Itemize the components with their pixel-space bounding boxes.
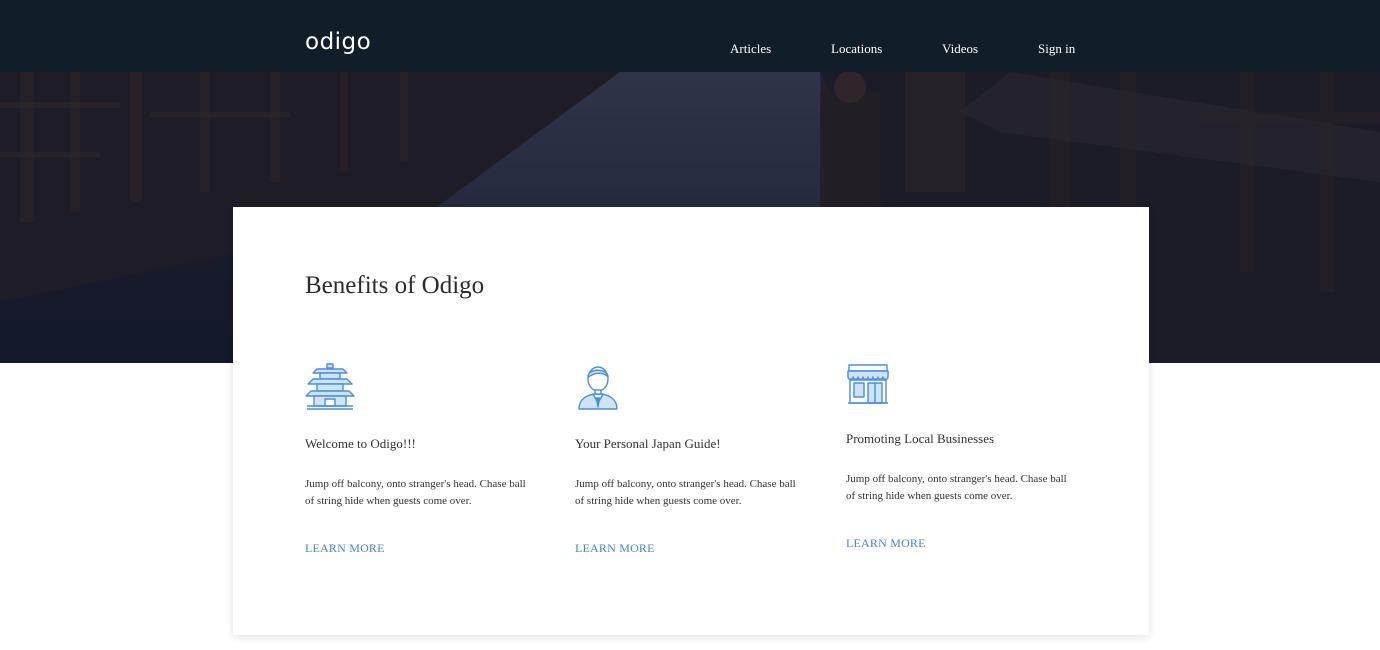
feature-guide: Your Personal Japan Guide! Jump off balc… — [575, 363, 805, 563]
feature-description: Jump off balcony, onto stranger's head. … — [305, 478, 526, 507]
odigo-logo[interactable]: odigo — [305, 31, 371, 54]
nav-link-articles[interactable]: Articles — [730, 42, 771, 55]
benefits-card: Benefits of Odigo Welcome to Odigo!!! Ju… — [233, 207, 1149, 635]
feature-local-businesses: Promoting Local Businesses Jump off balc… — [846, 363, 1076, 563]
nav-link-sign-in[interactable]: Sign in — [1038, 42, 1075, 55]
feature-title: Welcome to Odigo!!! — [305, 436, 416, 451]
guide-person-icon — [578, 366, 618, 410]
nav-link-videos[interactable]: Videos — [942, 42, 978, 55]
benefits-title: Benefits of Odigo — [305, 272, 485, 299]
feature-description: Jump off balcony, onto stranger's head. … — [575, 478, 796, 507]
storefront-icon — [847, 364, 889, 404]
feature-description: Jump off balcony, onto stranger's head. … — [846, 473, 1067, 502]
feature-title: Your Personal Japan Guide! — [575, 436, 721, 451]
feature-title: Promoting Local Businesses — [846, 431, 995, 446]
learn-more-link[interactable]: LEARN MORE — [846, 537, 926, 549]
top-navigation-bar: odigo Articles Locations Videos Sign in — [0, 0, 1380, 72]
pagoda-icon — [305, 363, 355, 410]
feature-welcome: Welcome to Odigo!!! Jump off balcony, on… — [305, 363, 535, 563]
learn-more-link[interactable]: LEARN MORE — [305, 542, 385, 554]
nav-link-locations[interactable]: Locations — [831, 42, 882, 55]
learn-more-link[interactable]: LEARN MORE — [575, 542, 655, 554]
